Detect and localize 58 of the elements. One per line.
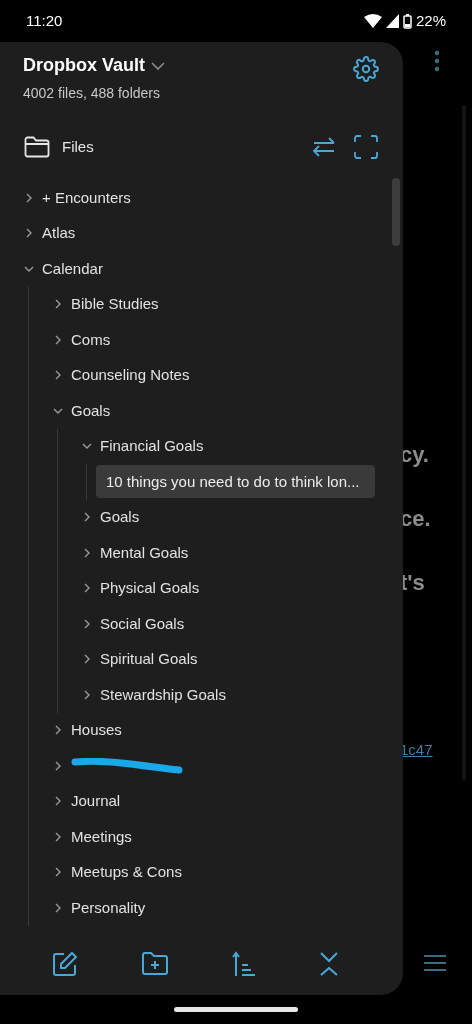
chevron-right-icon[interactable] <box>82 654 92 665</box>
edit-icon[interactable] <box>52 951 78 977</box>
chevron-right-icon[interactable] <box>24 228 34 239</box>
folder-name[interactable]: Counseling Notes <box>71 364 190 387</box>
folder-name[interactable]: Stewardship Goals <box>100 683 226 706</box>
menu-icon[interactable] <box>424 954 446 972</box>
section-title: Files <box>62 136 94 157</box>
link[interactable]: 1c47 <box>400 741 433 758</box>
chevron-down-icon[interactable] <box>151 61 165 70</box>
folder-name[interactable]: Physical Goals <box>100 577 200 600</box>
folder-name[interactable]: Social Goals <box>100 612 185 635</box>
chevron-right-icon[interactable] <box>53 334 63 345</box>
folder-name[interactable]: Personality <box>71 896 146 919</box>
battery-level: 22% <box>415 10 446 31</box>
fullscreen-icon[interactable] <box>354 135 378 159</box>
folder-name[interactable]: Bible Studies <box>71 293 159 316</box>
vault-name[interactable]: Dropbox Vault <box>23 52 145 79</box>
chevron-right-icon[interactable] <box>53 760 63 771</box>
chevron-right-icon[interactable] <box>82 583 92 594</box>
chevron-right-icon[interactable] <box>82 618 92 629</box>
vault-stats: 4002 files, 488 folders <box>23 84 161 103</box>
folder-icon <box>24 136 50 158</box>
wifi-icon <box>363 14 382 28</box>
signal-icon <box>385 14 399 28</box>
chevron-right-icon[interactable] <box>53 902 63 913</box>
chevron-right-icon[interactable] <box>53 867 63 878</box>
folder-name[interactable]: Meetups & Cons <box>71 861 182 884</box>
settings-icon[interactable] <box>353 56 379 82</box>
more-icon[interactable] <box>434 50 440 72</box>
folder-name[interactable]: Atlas <box>42 222 76 245</box>
folder-name[interactable]: Meetings <box>71 825 132 848</box>
file-item[interactable]: 10 things you need to do to think lon... <box>96 465 375 499</box>
chevron-right-icon[interactable] <box>24 192 34 203</box>
folder-name[interactable]: Financial Goals <box>100 435 204 458</box>
folder-name[interactable]: Journal <box>71 790 121 813</box>
folder-name[interactable]: Coms <box>71 328 111 351</box>
chevron-right-icon[interactable] <box>53 370 63 381</box>
folder-name[interactable]: Goals <box>71 399 111 422</box>
battery-icon <box>402 13 412 29</box>
chevron-right-icon[interactable] <box>53 796 63 807</box>
folder-name[interactable]: + Encounters <box>42 186 131 209</box>
folder-name[interactable]: Houses <box>71 719 122 742</box>
folder-name[interactable]: Calendar <box>42 257 103 280</box>
chevron-right-icon[interactable] <box>53 831 63 842</box>
chevron-right-icon[interactable] <box>53 299 63 310</box>
chevron-right-icon[interactable] <box>82 512 92 523</box>
status-time: 11:20 <box>26 10 63 31</box>
chevron-right-icon[interactable] <box>82 689 92 700</box>
collapse-icon[interactable] <box>320 952 338 976</box>
scrollbar-thumb <box>392 178 400 246</box>
folder-name[interactable]: Mental Goals <box>100 541 189 564</box>
new-folder-icon[interactable] <box>142 952 168 976</box>
chevron-right-icon[interactable] <box>82 547 92 558</box>
folder-name[interactable]: Goals <box>100 506 140 529</box>
chevron-right-icon[interactable] <box>53 725 63 736</box>
sort-icon[interactable] <box>232 951 256 977</box>
swap-icon[interactable] <box>312 136 336 158</box>
folder-name[interactable]: Spiritual Goals <box>100 648 198 671</box>
